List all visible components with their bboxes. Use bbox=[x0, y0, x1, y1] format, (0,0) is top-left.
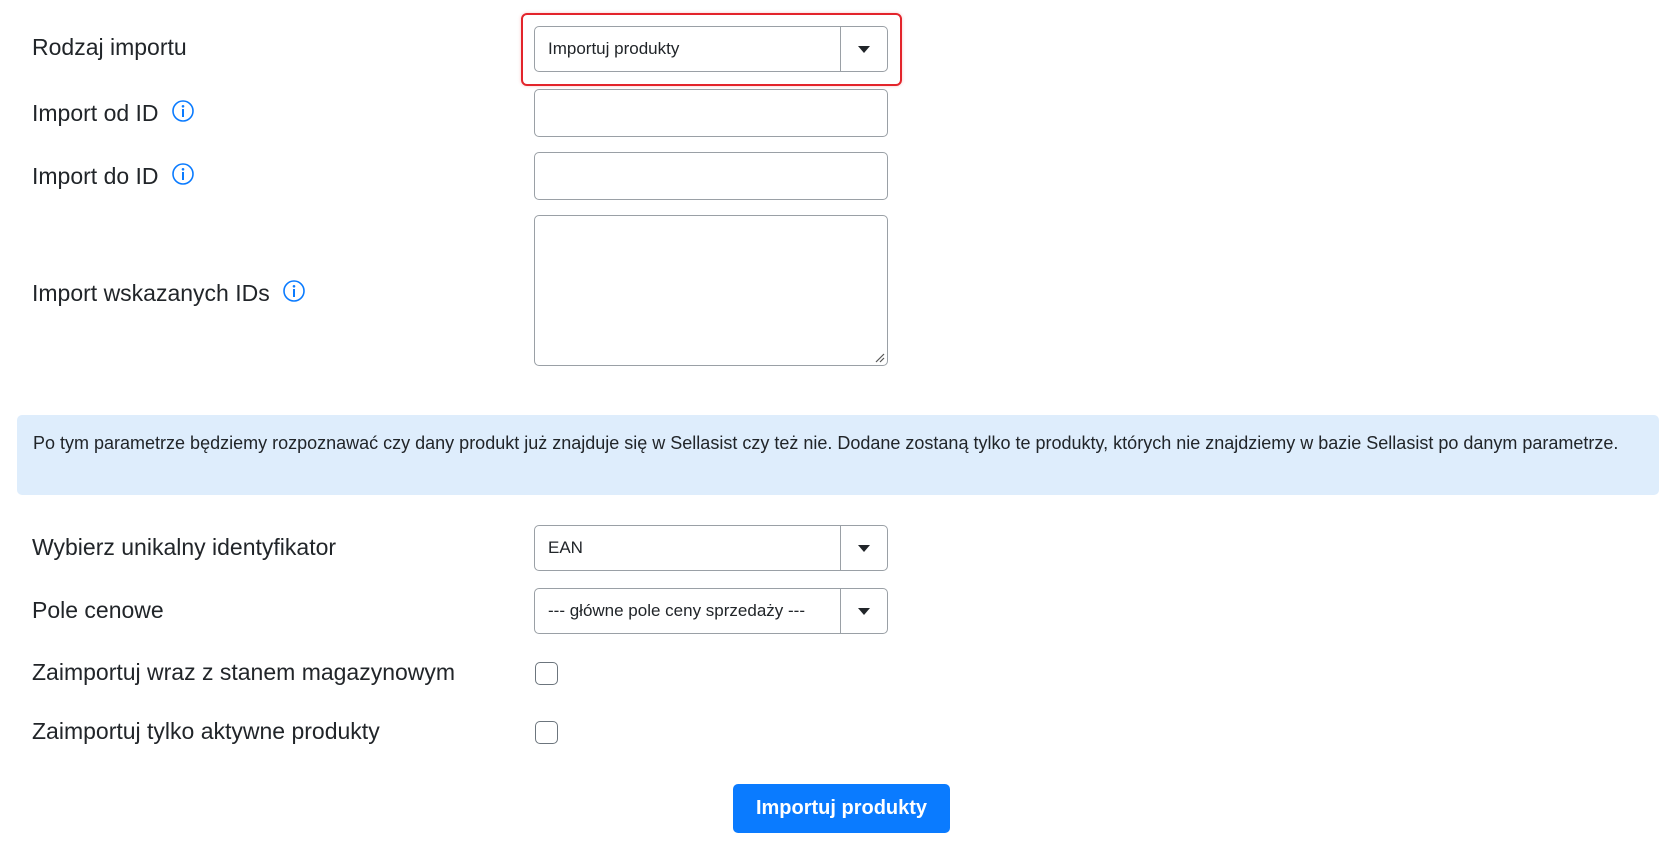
import-type-select[interactable]: Importuj produkty bbox=[534, 26, 888, 72]
info-alert: Po tym parametrze będziemy rozpoznawać c… bbox=[17, 415, 1659, 495]
unique-identifier-dropdown-toggle[interactable] bbox=[840, 526, 887, 570]
import-ids-label-text: Import wskazanych IDs bbox=[32, 280, 270, 306]
price-field-label-text: Pole cenowe bbox=[32, 597, 164, 623]
import-with-stock-label-text: Zaimportuj wraz z stanem magazynowym bbox=[32, 659, 456, 685]
import-ids-textarea[interactable] bbox=[534, 215, 888, 366]
import-to-id-label-text: Import do ID bbox=[32, 163, 159, 189]
import-type-label-text: Rodzaj importu bbox=[32, 34, 187, 60]
price-field-select-value: --- główne pole ceny sprzedaży --- bbox=[548, 601, 805, 620]
import-only-active-checkbox[interactable] bbox=[535, 721, 558, 744]
import-type-label: Rodzaj importu bbox=[32, 34, 187, 61]
resize-grip-icon[interactable] bbox=[873, 351, 885, 363]
price-field-label: Pole cenowe bbox=[32, 597, 164, 624]
import-settings-form: Rodzaj importu Importuj produkty Import … bbox=[0, 0, 1677, 847]
import-from-id-label-text: Import od ID bbox=[32, 100, 159, 126]
unique-identifier-label: Wybierz unikalny identyfikator bbox=[32, 534, 336, 561]
unique-identifier-label-text: Wybierz unikalny identyfikator bbox=[32, 534, 337, 560]
import-to-id-input[interactable] bbox=[534, 152, 888, 200]
price-field-dropdown-toggle[interactable] bbox=[840, 589, 887, 633]
info-icon[interactable] bbox=[171, 99, 195, 123]
import-type-select-value: Importuj produkty bbox=[548, 39, 680, 58]
unique-identifier-select-value: EAN bbox=[548, 538, 583, 557]
import-to-id-label: Import do ID bbox=[32, 162, 195, 190]
import-only-active-label: Zaimportuj tylko aktywne produkty bbox=[32, 718, 380, 745]
chevron-down-icon bbox=[858, 544, 870, 552]
info-icon[interactable] bbox=[282, 279, 306, 303]
import-only-active-label-text: Zaimportuj tylko aktywne produkty bbox=[32, 718, 380, 744]
price-field-select[interactable]: --- główne pole ceny sprzedaży --- bbox=[534, 588, 888, 634]
info-alert-text: Po tym parametrze będziemy rozpoznawać c… bbox=[33, 433, 1619, 453]
import-with-stock-label: Zaimportuj wraz z stanem magazynowym bbox=[32, 659, 455, 686]
chevron-down-icon bbox=[858, 607, 870, 615]
import-products-button-label: Importuj produkty bbox=[755, 797, 928, 819]
import-type-dropdown-toggle[interactable] bbox=[840, 27, 887, 71]
import-from-id-label: Import od ID bbox=[32, 99, 195, 127]
import-with-stock-checkbox[interactable] bbox=[535, 662, 558, 685]
import-products-button[interactable]: Importuj produkty bbox=[733, 784, 950, 833]
unique-identifier-select[interactable]: EAN bbox=[534, 525, 888, 571]
chevron-down-icon bbox=[858, 45, 870, 53]
info-icon[interactable] bbox=[171, 162, 195, 186]
import-ids-label: Import wskazanych IDs bbox=[32, 279, 306, 307]
import-from-id-input[interactable] bbox=[534, 89, 888, 137]
